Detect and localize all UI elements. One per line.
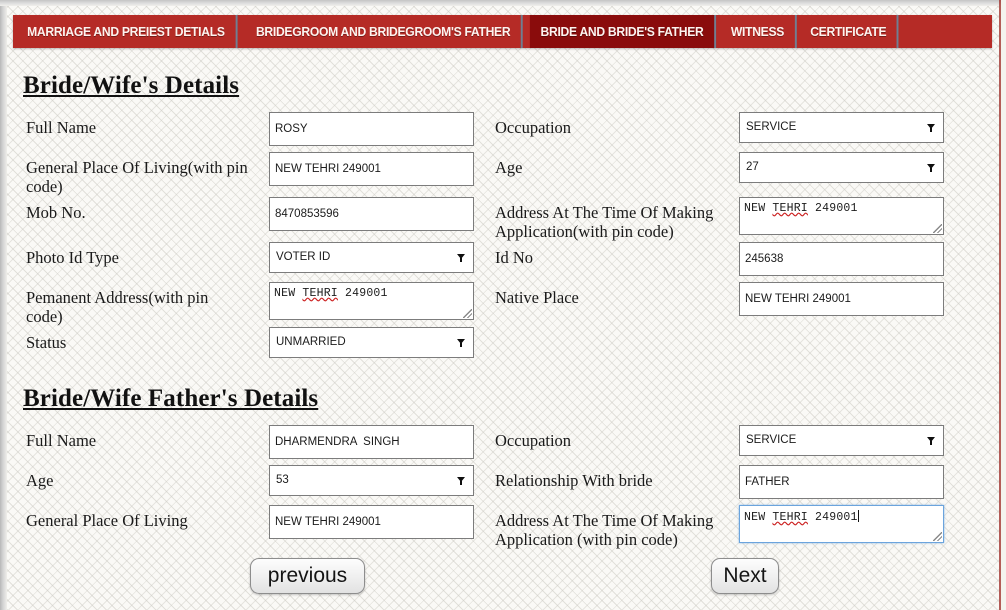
field-bride-native-place (739, 281, 944, 322)
field-father-address-at-application: NEW TEHRI 249001 (739, 504, 944, 545)
field-bride-general-place-of-living (269, 152, 474, 192)
field-bride-age: 27 (739, 152, 944, 192)
bride-status-select[interactable]: UNMARRIED (269, 326, 474, 358)
label-bride-address-at-application: Address At The Time Of Making Applicatio… (495, 202, 714, 242)
tab-bridegroom-and-bridegrooms-father[interactable]: BRIDEGROOM AND BRIDEGROOM'S FATHER (245, 15, 523, 48)
field-bride-photo-id-type: VOTER ID (269, 241, 474, 282)
bride-status-select-wrap: UNMARRIED (269, 326, 474, 358)
label-bride-age: Age (495, 158, 523, 177)
field-bride-mob-no (269, 196, 474, 237)
father-age-select[interactable]: 53 (269, 464, 474, 496)
tab-marriage-and-priest-details[interactable]: MARRIAGE AND PREIEST DETIALS (16, 15, 238, 48)
label-father-full-name: Full Name (26, 430, 97, 450)
misspelled-word: TEHRI (302, 286, 338, 300)
bride-age-select-wrap: 27 (739, 152, 944, 183)
bride-age-select[interactable]: 27 (739, 152, 944, 183)
father-full-name-input[interactable] (269, 424, 474, 459)
misspelled-word: TEHRI (772, 510, 808, 524)
label-father-relationship-with-bride: Relationship With bride (495, 470, 653, 490)
form-buttons: previous Next (13, 550, 992, 604)
label-father-general-place-of-living: General Place Of Living (26, 510, 188, 530)
father-section-title: Bride/Wife Father's Details (23, 384, 319, 412)
bride-permanent-address-textarea[interactable]: NEW TEHRI 249001 (269, 281, 474, 320)
field-bride-occupation: SERVICE (739, 112, 944, 152)
field-bride-address-at-application: NEW TEHRI 249001 (739, 196, 944, 237)
bride-id-no-input[interactable] (739, 241, 944, 276)
bride-occupation-select[interactable]: SERVICE (739, 112, 944, 143)
father-details-grid: Full Name Occupation SERVICE Age 53 (13, 413, 992, 550)
tab-label: MARRIAGE AND PREIEST DETIALS (27, 24, 225, 39)
label-bride-occupation: Occupation (495, 118, 572, 137)
tab-label: WITNESS (730, 24, 785, 39)
label-father-address-at-application: Address At The Time Of Making Applicatio… (495, 510, 714, 550)
label-bride-mob-no: Mob No. (26, 202, 86, 222)
bride-native-place-input[interactable] (739, 281, 944, 316)
tab-bar-filler (902, 15, 991, 48)
tab-bride-and-brides-father[interactable]: BRIDE AND BRIDE'S FATHER (529, 15, 717, 48)
tab-label: BRIDE AND BRIDE'S FATHER (540, 24, 704, 39)
father-relationship-with-bride-input[interactable] (739, 464, 944, 499)
frame-shadow-top (0, 0, 1006, 6)
misspelled-word: TEHRI (772, 201, 808, 215)
frame-edge-right (1001, 0, 1006, 610)
tab-bar: MARRIAGE AND PREIEST DETIALS BRIDEGROOM … (13, 15, 992, 48)
father-occupation-select[interactable]: SERVICE (739, 424, 944, 456)
tab-label: CERTIFICATE (809, 24, 887, 39)
bride-full-name-input[interactable] (269, 112, 474, 146)
resize-grip-icon[interactable] (463, 308, 472, 318)
father-age-select-wrap: 53 (269, 464, 474, 496)
tab-certificate[interactable]: CERTIFICATE (799, 15, 899, 48)
label-father-occupation: Occupation (495, 430, 572, 450)
field-father-general-place-of-living (269, 504, 474, 545)
bride-photo-id-type-select[interactable]: VOTER ID (269, 241, 474, 273)
label-father-age: Age (26, 470, 54, 490)
bride-details-grid: Full Name Occupation SERVICE General Pla… (13, 100, 992, 367)
field-bride-status: UNMARRIED (269, 326, 474, 367)
bride-section-title: Bride/Wife's Details (23, 72, 240, 99)
form-content: Bride/Wife's Details Full Name Occupatio… (13, 58, 992, 604)
father-general-place-of-living-input[interactable] (269, 504, 474, 539)
previous-button[interactable]: previous (250, 557, 365, 594)
field-father-full-name (269, 424, 474, 465)
bride-occupation-select-wrap: SERVICE (739, 112, 944, 143)
bride-general-place-of-living-input[interactable] (269, 152, 474, 186)
frame-rule-right (999, 0, 1001, 610)
field-bride-full-name (269, 112, 474, 152)
label-bride-photo-id-type: Photo Id Type (26, 247, 119, 267)
label-bride-status: Status (26, 332, 67, 352)
bride-address-at-application-textarea[interactable]: NEW TEHRI 249001 (739, 196, 944, 235)
page-frame: MARRIAGE AND PREIEST DETIALS BRIDEGROOM … (0, 0, 1006, 610)
frame-shadow-left (0, 0, 7, 610)
father-address-at-application-textarea[interactable]: NEW TEHRI 249001 (739, 504, 944, 543)
text-cursor (857, 509, 859, 522)
field-father-occupation: SERVICE (739, 424, 944, 465)
tab-witness[interactable]: WITNESS (720, 15, 797, 48)
resize-grip-icon[interactable] (933, 531, 942, 541)
bride-photo-id-type-select-wrap: VOTER ID (269, 241, 474, 273)
label-bride-general-place-of-living: General Place Of Living(with pin code) (26, 158, 248, 197)
field-father-age: 53 (269, 464, 474, 505)
resize-grip-icon[interactable] (933, 223, 942, 233)
tab-label: BRIDEGROOM AND BRIDEGROOM'S FATHER (255, 24, 511, 39)
label-bride-id-no: Id No (495, 247, 534, 267)
field-bride-permanent-address: NEW TEHRI 249001 (269, 281, 474, 322)
father-occupation-select-wrap: SERVICE (739, 424, 944, 456)
label-bride-permanent-address: Pemanent Address(with pin code) (26, 287, 209, 327)
field-father-relationship-with-bride (739, 464, 944, 505)
label-bride-native-place: Native Place (495, 287, 579, 307)
next-button[interactable]: Next (711, 557, 779, 594)
label-bride-full-name: Full Name (26, 118, 97, 137)
bride-mob-no-input[interactable] (269, 196, 474, 231)
field-bride-id-no (739, 241, 944, 282)
